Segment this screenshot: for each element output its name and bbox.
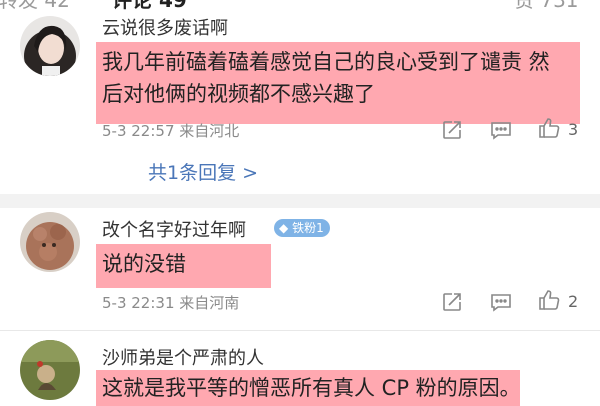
thumbs-up-icon[interactable]	[537, 288, 561, 312]
comment-meta: 5-3 22:57 来自河北	[102, 122, 240, 140]
share-icon[interactable]	[440, 118, 464, 142]
avatar[interactable]	[20, 340, 80, 400]
diamond-icon: ◆	[279, 221, 289, 235]
comment-author[interactable]: 沙师弟是个严肃的人	[102, 344, 264, 370]
comment-text-line: 我几年前磕着磕着感觉自己的良心受到了谴责 然	[102, 50, 550, 74]
avatar[interactable]	[20, 212, 80, 272]
like-count: 2	[568, 292, 579, 311]
comment-icon[interactable]	[489, 290, 513, 314]
comment-author[interactable]: 云说很多废话啊	[102, 14, 228, 40]
fan-badge: ◆ 铁粉1	[274, 219, 330, 237]
comment-text-line: 后对他俩的视频都不感兴趣了	[102, 82, 375, 106]
share-icon[interactable]	[440, 290, 464, 314]
comment-item: 云说很多废话啊 我几年前磕着磕着感觉自己的良心受到了谴责 然 后对他俩的视频都不…	[0, 0, 600, 190]
view-replies-link[interactable]: 共1条回复 >	[148, 158, 258, 185]
section-divider	[0, 330, 600, 331]
thumbs-up-icon[interactable]	[537, 116, 561, 140]
comment-text: 我几年前磕着磕着感觉自己的良心受到了谴责 然 后对他俩的视频都不感兴趣了	[102, 46, 588, 110]
comment-icon[interactable]	[489, 118, 513, 142]
avatar[interactable]	[20, 16, 80, 76]
comment-author[interactable]: 改个名字好过年啊	[102, 216, 246, 242]
comment-meta: 5-3 22:31 来自河南	[102, 294, 240, 312]
section-divider	[0, 194, 600, 208]
fan-badge-label: 铁粉1	[292, 221, 324, 235]
like-count: 3	[568, 120, 579, 139]
comment-item: 沙师弟是个严肃的人 这就是我平等的憎恶所有真人 CP 粉的原因。	[0, 332, 600, 406]
comment-text: 说的没错	[102, 252, 186, 276]
comment-text: 这就是我平等的憎恶所有真人 CP 粉的原因。	[102, 376, 521, 400]
comment-item: 改个名字好过年啊 ◆ 铁粉1 说的没错 5-3 22:31 来自河南 2	[0, 208, 600, 328]
